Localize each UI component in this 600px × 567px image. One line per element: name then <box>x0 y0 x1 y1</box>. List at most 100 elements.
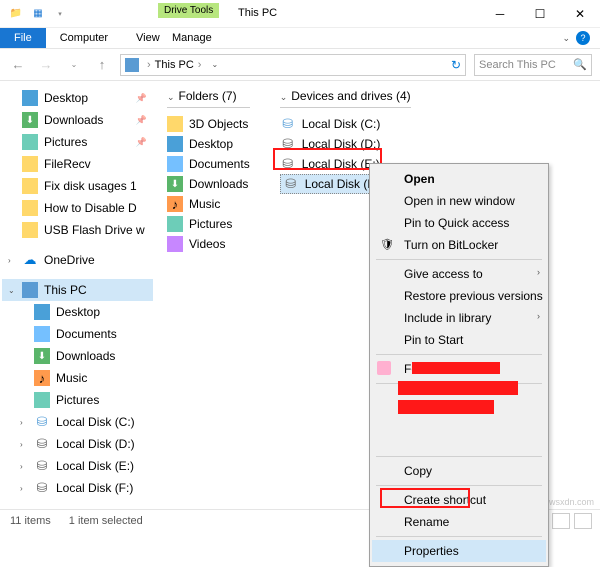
separator <box>376 485 542 486</box>
nav-desktop[interactable]: Desktop <box>2 87 153 109</box>
nav-thispc-music[interactable]: ♪Music <box>2 367 153 389</box>
nav-downloads[interactable]: ⬇Downloads <box>2 109 153 131</box>
separator <box>376 259 542 260</box>
chevron-right-icon[interactable]: › <box>194 59 206 71</box>
back-button[interactable]: ← <box>8 57 28 72</box>
nav-thispc-disk-d[interactable]: ›⛁Local Disk (D:) <box>2 433 153 455</box>
status-selected-count: 1 item selected <box>69 515 143 527</box>
ctx-restore-versions[interactable]: Restore previous versions <box>372 285 546 307</box>
chevron-right-icon: › <box>537 267 540 277</box>
ctx-properties[interactable]: Properties <box>372 540 546 562</box>
separator <box>376 354 542 355</box>
nav-folder[interactable]: USB Flash Drive w <box>2 219 153 241</box>
close-button[interactable]: ✕ <box>560 0 600 28</box>
properties-icon[interactable]: ▦ <box>30 6 46 22</box>
ctx-include-library[interactable]: Include in library› <box>372 307 546 329</box>
chevron-right-icon[interactable]: › <box>20 462 23 471</box>
ctx-give-access[interactable]: Give access to› <box>372 263 546 285</box>
details-view-button[interactable] <box>552 513 570 529</box>
folder-item[interactable]: 3D Objects <box>167 114 250 134</box>
up-button[interactable]: ↑ <box>92 57 112 72</box>
search-placeholder: Search This PC <box>479 59 556 71</box>
help-icon[interactable]: ? <box>576 31 590 45</box>
disk-icon: ⛁ <box>34 480 50 496</box>
folder-item[interactable]: Documents <box>167 154 250 174</box>
watermark: wsxdn.com <box>549 497 594 507</box>
tab-manage[interactable]: Manage <box>158 28 226 48</box>
ctx-bitlocker[interactable]: 🛡Turn on BitLocker <box>372 234 546 256</box>
expand-ribbon-icon[interactable]: ⌄ <box>562 33 570 44</box>
chevron-right-icon[interactable]: › <box>20 440 23 449</box>
nav-thispc-disk-e[interactable]: ›⛁Local Disk (E:) <box>2 455 153 477</box>
search-input[interactable]: Search This PC 🔍 <box>474 54 592 76</box>
videos-icon <box>167 236 183 252</box>
nav-onedrive[interactable]: ›☁OneDrive <box>2 249 153 271</box>
chevron-right-icon[interactable]: › <box>20 484 23 493</box>
explorer-icon: 📁 <box>8 6 24 22</box>
drives-header[interactable]: ⌄Devices and drives (4) <box>280 89 411 108</box>
ctx-redacted[interactable] <box>372 431 546 453</box>
folder-icon <box>22 178 38 194</box>
drive-item[interactable]: ⛁Local Disk (C:) <box>280 114 411 134</box>
quick-access-toolbar: 📁 ▦ ▾ <box>0 6 76 22</box>
search-icon: 🔍 <box>573 58 587 71</box>
folder-item[interactable]: ♪Music <box>167 194 250 214</box>
ctx-copy[interactable]: Copy <box>372 460 546 482</box>
separator <box>376 536 542 537</box>
chevron-right-icon: › <box>537 311 540 321</box>
nav-thispc-pictures[interactable]: Pictures <box>2 389 153 411</box>
folders-header[interactable]: ⌄Folders (7) <box>167 89 250 108</box>
folders-section: ⌄Folders (7) 3D Objects Desktop Document… <box>167 89 250 501</box>
ctx-pin-quick-access[interactable]: Pin to Quick access <box>372 212 546 234</box>
recent-dropdown-icon[interactable]: ⌄ <box>64 60 84 69</box>
disk-icon: ⛁ <box>280 156 296 172</box>
nav-thispc-downloads[interactable]: ⬇Downloads <box>2 345 153 367</box>
nav-thispc-desktop[interactable]: Desktop <box>2 301 153 323</box>
nav-folder[interactable]: Fix disk usages 1 <box>2 175 153 197</box>
drive-item[interactable]: ⛁Local Disk (D:) <box>280 134 411 154</box>
file-tab[interactable]: File <box>0 28 46 48</box>
nav-thispc-disk-c[interactable]: ›⛁Local Disk (C:) <box>2 411 153 433</box>
disk-icon: ⛁ <box>34 436 50 452</box>
disk-icon: ⛁ <box>34 458 50 474</box>
ctx-create-shortcut[interactable]: Create shortcut <box>372 489 546 511</box>
disk-icon: ⛁ <box>280 116 296 132</box>
chevron-down-icon[interactable]: ⌄ <box>8 286 15 295</box>
address-bar[interactable]: › This PC › ⌄ ↻ <box>120 54 466 76</box>
redacted-block <box>412 362 500 374</box>
nav-thispc-documents[interactable]: Documents <box>2 323 153 345</box>
chevron-right-icon[interactable]: › <box>20 418 23 427</box>
icons-view-button[interactable] <box>574 513 592 529</box>
pictures-icon <box>22 134 38 150</box>
desktop-icon <box>22 90 38 106</box>
nav-thispc-disk-f[interactable]: ›⛁Local Disk (F:) <box>2 477 153 499</box>
chevron-right-icon[interactable]: › <box>143 59 155 71</box>
nav-filerecv[interactable]: FileRecv <box>2 153 153 175</box>
minimize-button[interactable]: ─ <box>480 0 520 28</box>
ctx-open-new-window[interactable]: Open in new window <box>372 190 546 212</box>
downloads-icon: ⬇ <box>22 112 38 128</box>
forward-button[interactable]: → <box>36 57 56 72</box>
tab-computer[interactable]: Computer <box>46 28 122 48</box>
ctx-open[interactable]: Open <box>372 168 546 190</box>
folder-item[interactable]: Videos <box>167 234 250 254</box>
folder-item[interactable]: ⬇Downloads <box>167 174 250 194</box>
ctx-pin-start[interactable]: Pin to Start <box>372 329 546 351</box>
documents-icon <box>34 326 50 342</box>
qat-dropdown-icon[interactable]: ▾ <box>52 6 68 22</box>
pictures-icon <box>34 392 50 408</box>
ctx-rename[interactable]: Rename <box>372 511 546 533</box>
nav-pictures[interactable]: Pictures <box>2 131 153 153</box>
refresh-icon[interactable]: ↻ <box>451 58 461 72</box>
breadcrumb-thispc[interactable]: This PC <box>155 59 194 71</box>
pc-icon <box>125 58 139 72</box>
address-dropdown-icon[interactable]: ⌄ <box>211 60 218 69</box>
folder-item[interactable]: Desktop <box>167 134 250 154</box>
desktop-icon <box>34 304 50 320</box>
folder-item[interactable]: Pictures <box>167 214 250 234</box>
nav-thispc[interactable]: ⌄This PC <box>2 279 153 301</box>
maximize-button[interactable]: ☐ <box>520 0 560 28</box>
folder-icon <box>167 116 183 132</box>
chevron-right-icon[interactable]: › <box>8 256 11 265</box>
nav-folder[interactable]: How to Disable D <box>2 197 153 219</box>
